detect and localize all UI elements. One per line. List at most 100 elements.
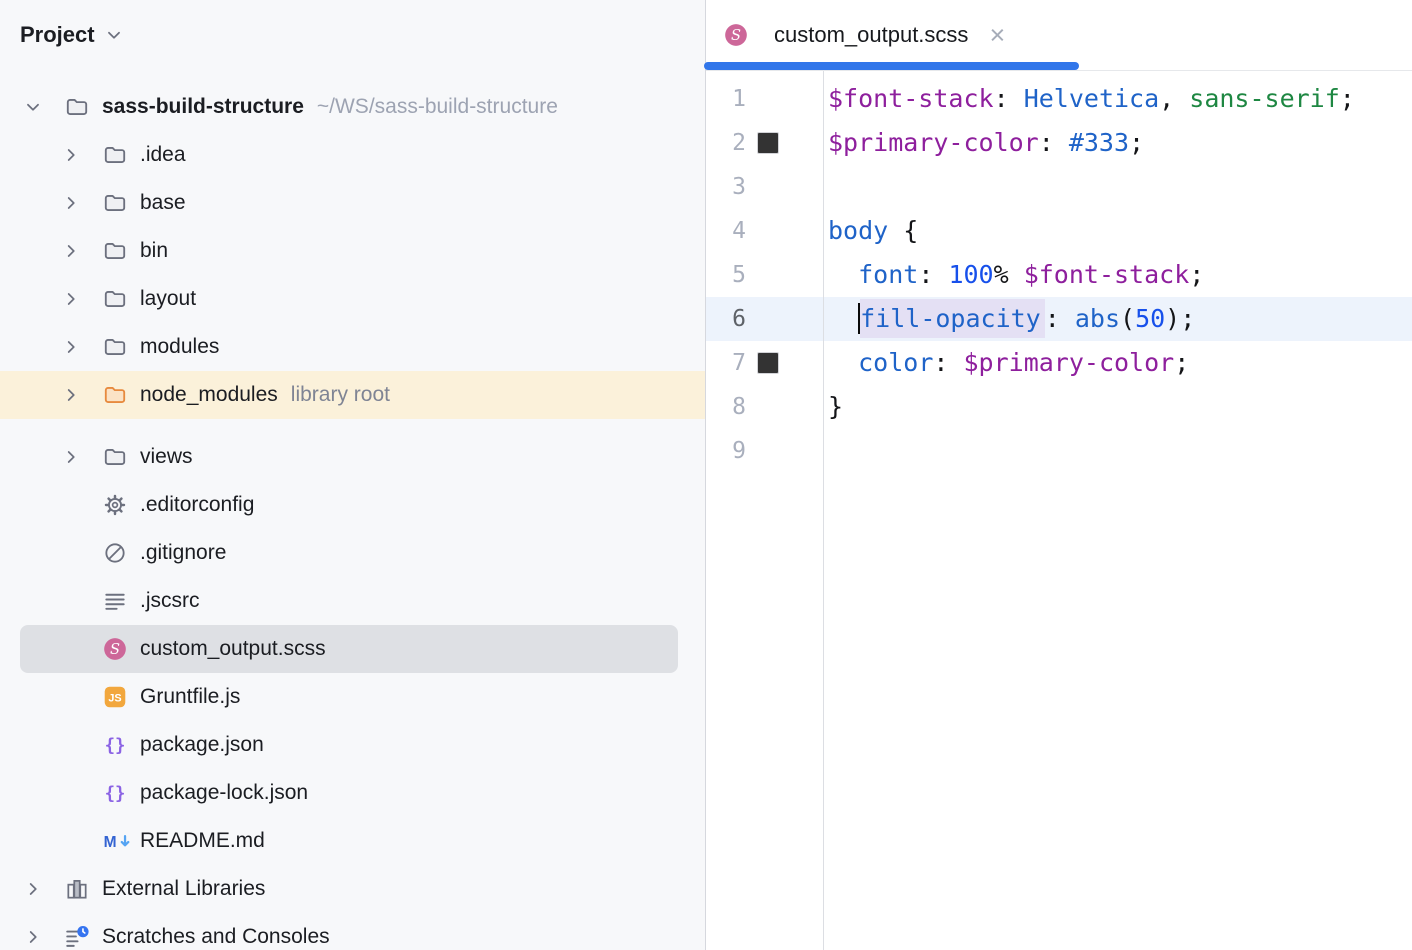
code-text: body { (828, 209, 918, 253)
tree-item-label: bin (140, 239, 168, 263)
code-token: { (888, 216, 918, 245)
code-token: , (1159, 84, 1189, 113)
tree-item-base[interactable]: base (0, 179, 705, 227)
chevron-placeholder (58, 588, 84, 614)
tree-item--idea[interactable]: .idea (0, 131, 705, 179)
code-line-1[interactable]: 1$font-stack: Helvetica, sans-serif; (706, 77, 1412, 121)
tree-item-views[interactable]: views (0, 433, 705, 481)
svg-text:{}: {} (105, 784, 126, 804)
code-token: : (918, 260, 948, 289)
code-token: $primary-color (828, 128, 1039, 157)
project-panel-title: Project (20, 22, 95, 48)
chevron-placeholder (58, 636, 84, 662)
tree-item-label: Gruntfile.js (140, 685, 240, 709)
code-token: ; (1129, 128, 1144, 157)
color-preview-chip[interactable] (758, 353, 778, 373)
code-token: : (994, 84, 1024, 113)
code-token: : (1045, 304, 1075, 333)
scratches-icon (64, 924, 90, 950)
chevron-right-icon[interactable] (58, 238, 84, 264)
project-panel-header[interactable]: Project (0, 0, 705, 50)
tree-item-package-json[interactable]: {}package.json (0, 721, 705, 769)
folder-icon (64, 94, 90, 120)
code-line-3[interactable]: 3 (706, 165, 1412, 209)
project-tool-window: Project sass-build-structure~/WS/sass-bu… (0, 0, 706, 950)
code-line-4[interactable]: 4body { (706, 209, 1412, 253)
code-token: } (828, 392, 843, 421)
chevron-placeholder (58, 540, 84, 566)
tree-item-gruntfile-js[interactable]: JSGruntfile.js (0, 673, 705, 721)
folder-orange-icon (102, 382, 128, 408)
tree-item--gitignore[interactable]: .gitignore (0, 529, 705, 577)
svg-text:S: S (110, 641, 120, 658)
code-text: font: 100% $font-stack; (828, 253, 1204, 297)
code-token: Helvetica (1024, 84, 1159, 113)
markdown-icon: M (102, 828, 132, 854)
color-preview-chip[interactable] (758, 133, 778, 153)
tree-item--jscsrc[interactable]: .jscsrc (0, 577, 705, 625)
tree-item-node-modules[interactable]: node_modules library root (0, 371, 705, 419)
chevron-right-icon[interactable] (58, 286, 84, 312)
tab-label: custom_output.scss (774, 22, 968, 48)
code-line-5[interactable]: 5 font: 100% $font-stack; (706, 253, 1412, 297)
libraries-icon (64, 876, 90, 902)
line-number: 5 (706, 253, 746, 297)
chevron-right-icon[interactable] (58, 190, 84, 216)
chevron-right-icon[interactable] (58, 382, 84, 408)
code-line-7[interactable]: 7 color: $primary-color; (706, 341, 1412, 385)
editor-tab-bar: S custom_output.scss × (706, 0, 1412, 71)
tree-item-package-lock-json[interactable]: {}package-lock.json (0, 769, 705, 817)
tree-item-custom-output-scss[interactable]: Scustom_output.scss (0, 625, 705, 673)
chevron-down-icon[interactable] (103, 24, 125, 46)
tree-item-external-libraries[interactable]: External Libraries (0, 865, 705, 913)
tree-item-modules[interactable]: modules (0, 323, 705, 371)
tree-item-readme-md[interactable]: MREADME.md (0, 817, 705, 865)
chevron-down-icon[interactable] (20, 94, 46, 120)
code-line-8[interactable]: 8} (706, 385, 1412, 429)
tree-item-layout[interactable]: layout (0, 275, 705, 323)
code-token (828, 260, 858, 289)
tree-item-scratches-and-consoles[interactable]: Scratches and Consoles (0, 913, 705, 950)
folder-icon (102, 190, 128, 216)
code-token: font (858, 260, 918, 289)
tree-item-bin[interactable]: bin (0, 227, 705, 275)
code-token (828, 348, 858, 377)
tree-item-label: External Libraries (102, 877, 265, 901)
close-icon[interactable]: × (989, 22, 1005, 49)
chevron-placeholder (58, 492, 84, 518)
code-token: #333 (1069, 128, 1129, 157)
tree-item-label: package.json (140, 733, 264, 757)
code-token: $primary-color (963, 348, 1174, 377)
code-text: color: $primary-color; (828, 341, 1189, 385)
code-line-6[interactable]: 6 fill-opacity: abs(50); (706, 297, 1412, 341)
chevron-right-icon[interactable] (20, 876, 46, 902)
code-line-9[interactable]: 9 (706, 429, 1412, 473)
gutter-separator (823, 71, 824, 950)
active-tab-indicator (704, 62, 1079, 70)
code-text: $primary-color: #333; (828, 121, 1144, 165)
tree-item-label: node_modules (140, 383, 278, 407)
code-line-2[interactable]: 2 $primary-color: #333; (706, 121, 1412, 165)
tree-item-label: base (140, 191, 186, 215)
chevron-right-icon[interactable] (58, 142, 84, 168)
json-icon: {} (102, 780, 128, 806)
code-token: : (933, 348, 963, 377)
tree-item-label: .idea (140, 143, 186, 167)
code-token: ; (1189, 260, 1204, 289)
chevron-right-icon[interactable] (20, 924, 46, 950)
code-token: : (1039, 128, 1069, 157)
code-text: $font-stack: Helvetica, sans-serif; (828, 77, 1355, 121)
tree-item-label: .gitignore (140, 541, 226, 565)
tree-item-label: layout (140, 287, 196, 311)
code-token: $font-stack (828, 84, 994, 113)
line-number: 2 (706, 121, 746, 165)
chevron-right-icon[interactable] (58, 334, 84, 360)
tab-custom-output-scss[interactable]: S custom_output.scss × (706, 0, 1027, 70)
library-root-badge: library root (291, 383, 390, 407)
code-token: $font-stack (1024, 260, 1190, 289)
tree-item--editorconfig[interactable]: .editorconfig (0, 481, 705, 529)
chevron-right-icon[interactable] (58, 444, 84, 470)
code-editor[interactable]: 1$font-stack: Helvetica, sans-serif;2 $pr… (706, 71, 1412, 950)
tree-item-sass-build-structure[interactable]: sass-build-structure~/WS/sass-build-stru… (0, 83, 705, 131)
folder-icon (102, 444, 128, 470)
